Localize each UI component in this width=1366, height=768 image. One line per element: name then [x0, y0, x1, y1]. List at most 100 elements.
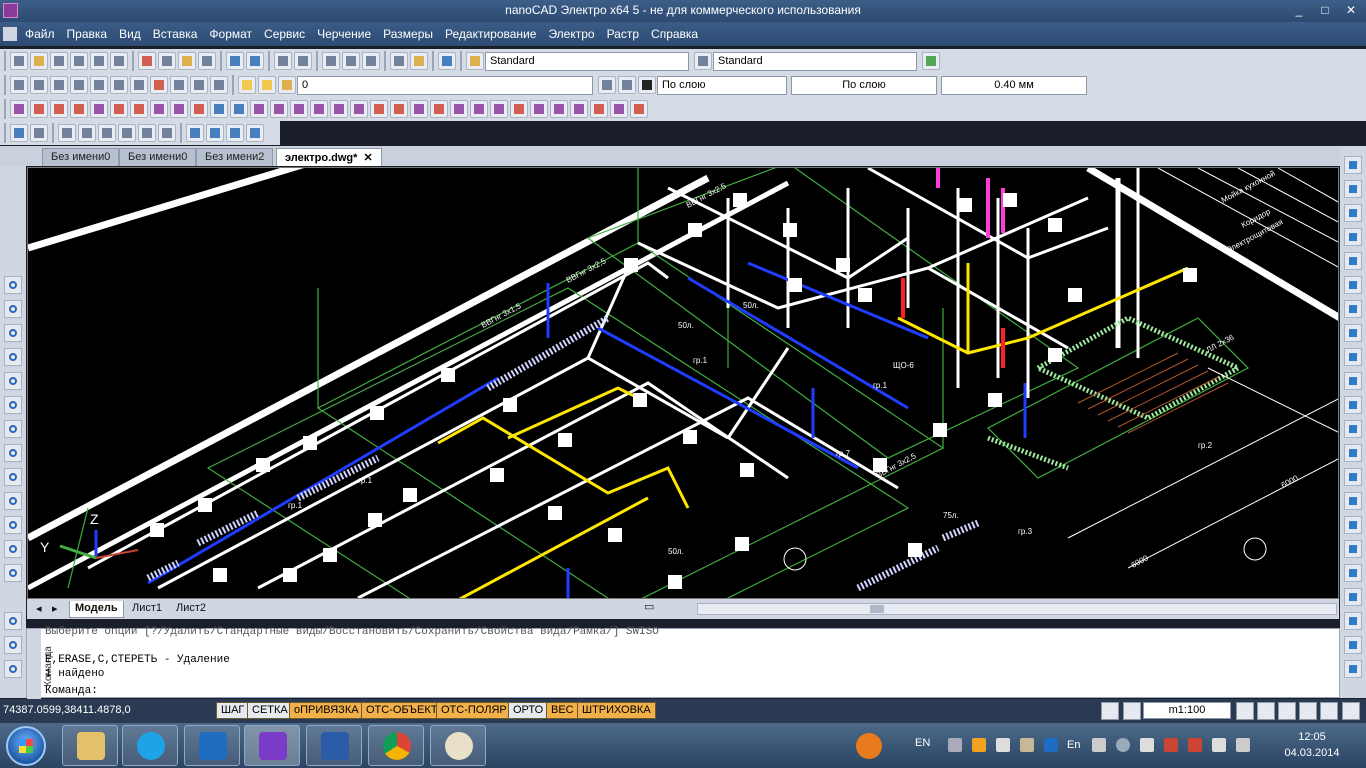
- tab-unnamed0-b[interactable]: Без имени0: [119, 148, 197, 166]
- line-tool-icon[interactable]: [4, 276, 22, 294]
- taskbar-outlook[interactable]: [184, 725, 240, 766]
- zoom-icon[interactable]: [210, 76, 228, 94]
- layer-freeze-icon[interactable]: [258, 76, 276, 94]
- tab-unnamed2[interactable]: Без имени2: [196, 148, 274, 166]
- menu-view[interactable]: Вид: [113, 27, 147, 41]
- text-style-icon[interactable]: [466, 52, 484, 70]
- polygon-tool-icon[interactable]: [4, 324, 22, 342]
- menu-modify[interactable]: Редактирование: [439, 27, 542, 41]
- split-handle-icon[interactable]: ▭: [639, 599, 659, 616]
- match-properties-icon[interactable]: [198, 52, 216, 70]
- branch-icon[interactable]: [470, 100, 488, 118]
- ortho-button[interactable]: ОРТО: [508, 702, 549, 719]
- layer-on-icon[interactable]: [238, 76, 256, 94]
- breaker-icon[interactable]: [310, 100, 328, 118]
- view-se-iso-icon[interactable]: [206, 124, 224, 142]
- menu-insert[interactable]: Вставка: [147, 27, 204, 41]
- group-icon[interactable]: [510, 100, 528, 118]
- menu-draw[interactable]: Черчение: [311, 27, 377, 41]
- start-button[interactable]: [6, 726, 46, 766]
- lineweight-select[interactable]: 0.40 мм: [941, 75, 1087, 95]
- menu-electro[interactable]: Электро: [542, 27, 600, 41]
- table-icon[interactable]: [190, 76, 208, 94]
- view-front-icon[interactable]: [138, 124, 156, 142]
- polyline-tool-icon[interactable]: [4, 300, 22, 318]
- scroll-thumb[interactable]: [870, 605, 884, 613]
- taskbar-paint[interactable]: [430, 725, 486, 766]
- panel-icon[interactable]: [530, 100, 548, 118]
- orbit-icon[interactable]: [30, 124, 48, 142]
- drawing-canvas[interactable]: ВВГнг 3x1,5 ВВГнг 3x2,5 ВВГнг 3x2,5 ВВГн…: [27, 167, 1339, 599]
- osnap-button[interactable]: оПРИВЯЗКА: [289, 702, 364, 719]
- help-icon[interactable]: [438, 52, 456, 70]
- lamp-icon[interactable]: [210, 100, 228, 118]
- zoom-previous-icon[interactable]: [342, 52, 360, 70]
- insert-tool-icon[interactable]: [4, 492, 22, 510]
- view-nw-iso-icon[interactable]: [246, 124, 264, 142]
- floor-icon[interactable]: [170, 100, 188, 118]
- hatch-button[interactable]: ШТРИХОВКА: [577, 702, 656, 719]
- electro-db3-icon[interactable]: [110, 100, 128, 118]
- zoom-status-icon[interactable]: [1257, 702, 1275, 720]
- tray-app-icon[interactable]: [1092, 738, 1106, 752]
- view-right-icon[interactable]: [118, 124, 136, 142]
- zone-icon[interactable]: [190, 100, 208, 118]
- label-icon[interactable]: [370, 100, 388, 118]
- mail-icon[interactable]: [1020, 738, 1034, 752]
- mirror-tool-icon[interactable]: [1344, 204, 1362, 222]
- edit-text-icon[interactable]: [1344, 636, 1362, 654]
- tab-sheet1[interactable]: Лист1: [127, 601, 167, 618]
- model-space-icon[interactable]: [1101, 702, 1119, 720]
- switch-icon[interactable]: [290, 100, 308, 118]
- update-icon[interactable]: [856, 733, 882, 759]
- zoom-extents-status-icon[interactable]: [1299, 702, 1317, 720]
- zoom-extents-icon[interactable]: [362, 52, 380, 70]
- break-tool-icon[interactable]: [1344, 420, 1362, 438]
- color-swatch-icon[interactable]: [638, 76, 656, 94]
- schema-icon[interactable]: [550, 100, 568, 118]
- snap-icon[interactable]: [70, 76, 88, 94]
- tray-app-icon[interactable]: [1116, 738, 1130, 752]
- stretch-tool-icon[interactable]: [1344, 348, 1362, 366]
- tab-model[interactable]: Модель: [69, 601, 124, 618]
- view-top-icon[interactable]: [58, 124, 76, 142]
- electro-db-icon[interactable]: [10, 100, 28, 118]
- view-sw-iso-icon[interactable]: [186, 124, 204, 142]
- trim-tool-icon[interactable]: [1344, 372, 1362, 390]
- extend-tool-icon[interactable]: [1344, 396, 1362, 414]
- tray-app-icon[interactable]: [1164, 738, 1178, 752]
- save-icon[interactable]: [50, 52, 68, 70]
- close-tab-icon[interactable]: ✕: [363, 152, 372, 164]
- tray-app-icon[interactable]: [1140, 738, 1154, 752]
- spline-tool-icon[interactable]: [4, 444, 22, 462]
- tray-app-icon[interactable]: [972, 738, 986, 752]
- document-icon[interactable]: [3, 27, 17, 41]
- view-ne-iso-icon[interactable]: [226, 124, 244, 142]
- close-button[interactable]: ✕: [1342, 2, 1360, 18]
- fillet-tool-icon[interactable]: [1344, 492, 1362, 510]
- taskbar-chrome[interactable]: [368, 725, 424, 766]
- measure-icon[interactable]: [410, 52, 428, 70]
- outlook-tray-icon[interactable]: [1044, 738, 1058, 752]
- taskbar-skype[interactable]: [122, 725, 178, 766]
- rotate-tool-icon[interactable]: [1344, 300, 1362, 318]
- horizontal-scrollbar[interactable]: [697, 603, 1337, 615]
- text-tool-icon[interactable]: [4, 636, 22, 654]
- statusbar-menu-icon[interactable]: [1342, 702, 1360, 720]
- wire-icon[interactable]: [270, 100, 288, 118]
- publish-icon[interactable]: [110, 52, 128, 70]
- block-tool-icon[interactable]: [4, 516, 22, 534]
- viewport-icon[interactable]: [1123, 702, 1141, 720]
- maximize-button[interactable]: □: [1316, 2, 1334, 18]
- volume-icon[interactable]: [1236, 738, 1250, 752]
- layer-previous-icon[interactable]: [598, 76, 616, 94]
- room-icon[interactable]: [150, 100, 168, 118]
- system-clock[interactable]: 12:05 04.03.2014: [1262, 729, 1362, 761]
- move-icon[interactable]: [10, 124, 28, 142]
- tab-unnamed0-a[interactable]: Без имени0: [42, 148, 120, 166]
- electro-db2-icon[interactable]: [90, 100, 108, 118]
- lineweight-button[interactable]: ВЕС: [546, 702, 579, 719]
- table-tool-icon[interactable]: [4, 612, 22, 630]
- options-icon[interactable]: [630, 100, 648, 118]
- tray-icon[interactable]: [330, 100, 348, 118]
